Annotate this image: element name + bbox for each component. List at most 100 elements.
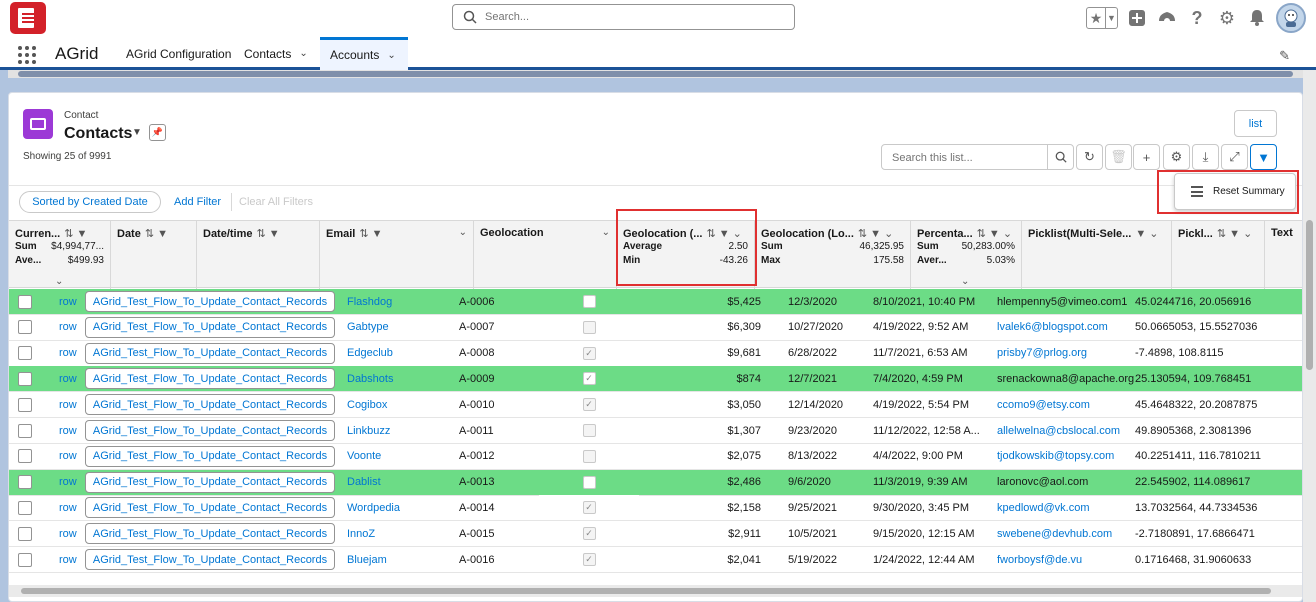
account-name-link[interactable]: Dablist xyxy=(347,470,447,495)
run-flow-button[interactable]: AGrid_Test_Flow_To_Update_Contact_Record… xyxy=(85,316,335,338)
sort-filter-icon[interactable]: ⇅ ▼ xyxy=(359,227,382,240)
app-logo[interactable] xyxy=(10,2,46,34)
row-select-cell[interactable] xyxy=(15,444,35,469)
run-flow-button[interactable]: AGrid_Test_Flow_To_Update_Contact_Record… xyxy=(85,523,335,545)
column-header-picklist-multi[interactable]: Picklist(Multi-Sele... ▼ ⌄ xyxy=(1022,221,1172,289)
row-select-cell[interactable] xyxy=(15,470,35,495)
account-name-link[interactable]: Bluejam xyxy=(347,547,447,572)
new-record-icon[interactable]: + xyxy=(1133,144,1160,170)
row-link[interactable]: row xyxy=(59,289,87,314)
list-search-input[interactable]: Search this list... xyxy=(881,144,1074,170)
sort-filter-icon[interactable]: ⇅ ▼ ⌄ xyxy=(858,227,893,240)
help-icon[interactable]: ? xyxy=(1186,7,1208,29)
table-row[interactable]: row AGrid_Test_Flow_To_Update_Contact_Rec… xyxy=(9,392,1302,419)
row-checkbox[interactable] xyxy=(18,371,32,386)
add-icon[interactable] xyxy=(1126,7,1148,29)
account-name-link[interactable]: InnoZ xyxy=(347,521,447,546)
row-checkbox[interactable] xyxy=(18,423,32,438)
horizontal-scrollbar-top[interactable] xyxy=(8,70,1303,78)
email-link[interactable]: swebene@devhub.com xyxy=(997,521,1137,546)
chevron-down-icon[interactable]: ⌄ xyxy=(387,50,395,61)
row-select-cell[interactable] xyxy=(15,289,35,314)
chevron-down-icon[interactable]: ⌄ xyxy=(299,48,307,59)
favorites-group[interactable]: ★ ▼ xyxy=(1086,7,1118,29)
row-select-cell[interactable] xyxy=(15,366,35,391)
email-link[interactable]: allelwelna@cbslocal.com xyxy=(997,418,1137,443)
row-select-cell[interactable] xyxy=(15,521,35,546)
account-name-link[interactable]: Wordpedia xyxy=(347,495,447,520)
run-flow-button[interactable]: AGrid_Test_Flow_To_Update_Contact_Record… xyxy=(85,342,335,364)
run-flow-button[interactable]: AGrid_Test_Flow_To_Update_Contact_Record… xyxy=(85,497,335,519)
run-flow-button[interactable]: AGrid_Test_Flow_To_Update_Contact_Record… xyxy=(85,471,335,493)
run-flow-button[interactable]: AGrid_Test_Flow_To_Update_Contact_Record… xyxy=(85,420,335,441)
gear-icon[interactable]: ⚙ xyxy=(1216,7,1238,29)
caret-down-icon[interactable]: ▼ xyxy=(132,127,142,138)
row-checkbox[interactable] xyxy=(18,397,32,412)
global-search-input[interactable]: Search... xyxy=(452,4,795,30)
delete-icon[interactable]: 🗑 xyxy=(1105,144,1132,170)
row-link[interactable]: row xyxy=(59,341,87,366)
row-checkbox[interactable] xyxy=(18,346,32,361)
chevron-down-icon[interactable]: ⌄ xyxy=(55,276,63,287)
run-flow-button[interactable]: AGrid_Test_Flow_To_Update_Contact_Record… xyxy=(85,394,335,416)
row-link[interactable]: row xyxy=(59,495,87,520)
column-header-currency[interactable]: Curren... ⇅ ▼ Sum $4,994,77... Ave... $499.… xyxy=(9,221,111,289)
column-header-geolocation[interactable]: Geolocation ⌄ xyxy=(474,221,617,289)
search-icon[interactable] xyxy=(1047,145,1073,169)
table-row[interactable]: row AGrid_Test_Flow_To_Update_Contact_Rec… xyxy=(9,521,1302,548)
row-link[interactable]: row xyxy=(59,315,87,340)
row-checkbox[interactable] xyxy=(18,552,32,567)
sort-filter-icon[interactable]: ⇅ ▼ xyxy=(64,227,87,240)
column-header-text[interactable]: Text xyxy=(1265,221,1302,289)
sorted-by-pill[interactable]: Sorted by Created Date xyxy=(19,191,161,213)
sort-filter-icon[interactable]: ⇅ ▼ ⌄ xyxy=(977,227,1012,240)
row-link[interactable]: row xyxy=(59,418,87,443)
sort-filter-icon[interactable]: ⇅ ▼ xyxy=(145,227,168,240)
row-checkbox[interactable] xyxy=(18,294,32,309)
email-link[interactable]: prisby7@prlog.org xyxy=(997,341,1137,366)
table-row[interactable]: row AGrid_Test_Flow_To_Update_Contact_Rec… xyxy=(9,418,1302,444)
avatar[interactable] xyxy=(1276,3,1306,33)
account-name-link[interactable]: Gabtype xyxy=(347,315,447,340)
row-checkbox[interactable] xyxy=(18,475,32,490)
column-header-picklist[interactable]: Pickl... ⇅ ▼ ⌄ xyxy=(1172,221,1265,289)
run-flow-button[interactable]: AGrid_Test_Flow_To_Update_Contact_Record… xyxy=(85,445,335,467)
run-flow-button[interactable]: AGrid_Test_Flow_To_Update_Contact_Record… xyxy=(85,368,335,390)
column-header-email[interactable]: Email ⇅ ▼ ⌄ xyxy=(320,221,474,289)
email-link[interactable]: srenackowna8@apache.org xyxy=(997,366,1137,391)
table-row[interactable]: row AGrid_Test_Flow_To_Update_Contact_Rec… xyxy=(9,469,1302,496)
account-name-link[interactable]: Linkbuzz xyxy=(347,418,447,443)
expand-icon[interactable]: ⤢ xyxy=(1221,144,1248,170)
settings-gear-icon[interactable]: ⚙ xyxy=(1163,144,1190,170)
chevron-down-icon[interactable]: ▼ xyxy=(1105,8,1117,28)
column-header-date[interactable]: Date ⇅ ▼ xyxy=(111,221,197,289)
row-link[interactable]: row xyxy=(59,392,87,417)
column-header-datetime[interactable]: Date/time ⇅ ▼ xyxy=(197,221,320,289)
list-view-title[interactable]: Contacts xyxy=(64,125,132,143)
more-actions-chevron-icon[interactable]: ▼ xyxy=(1250,144,1277,170)
table-row[interactable]: row AGrid_Test_Flow_To_Update_Contact_Rec… xyxy=(9,495,1302,522)
email-link[interactable]: laronovc@aol.com xyxy=(997,470,1137,495)
email-link[interactable]: hlempenny5@vimeo.com1 xyxy=(997,289,1137,314)
chevron-down-icon[interactable]: ⌄ xyxy=(602,227,610,238)
refresh-icon[interactable]: ↻ xyxy=(1076,144,1103,170)
table-row[interactable]: row AGrid_Test_Flow_To_Update_Contact_Rec… xyxy=(9,366,1302,393)
row-link[interactable]: row xyxy=(59,470,87,495)
account-name-link[interactable]: Dabshots xyxy=(347,366,447,391)
table-row[interactable]: row AGrid_Test_Flow_To_Update_Contact_Rec… xyxy=(9,443,1302,470)
account-name-link[interactable]: Flashdog xyxy=(347,289,447,314)
account-name-link[interactable]: Voonte xyxy=(347,444,447,469)
row-select-cell[interactable] xyxy=(15,547,35,572)
row-checkbox[interactable] xyxy=(18,449,32,464)
list-button[interactable]: list xyxy=(1234,110,1277,137)
row-select-cell[interactable] xyxy=(15,315,35,340)
row-link[interactable]: row xyxy=(59,547,87,572)
row-select-cell[interactable] xyxy=(15,392,35,417)
run-flow-button[interactable]: AGrid_Test_Flow_To_Update_Contact_Record… xyxy=(85,549,335,570)
horizontal-scrollbar[interactable] xyxy=(9,585,1302,597)
email-link[interactable]: fworboysf@de.vu xyxy=(997,547,1137,572)
run-flow-button[interactable]: AGrid_Test_Flow_To_Update_Contact_Record… xyxy=(85,291,335,312)
add-filter-link[interactable]: Add Filter xyxy=(174,196,221,208)
row-select-cell[interactable] xyxy=(15,418,35,443)
trailhead-icon[interactable] xyxy=(1156,7,1178,29)
